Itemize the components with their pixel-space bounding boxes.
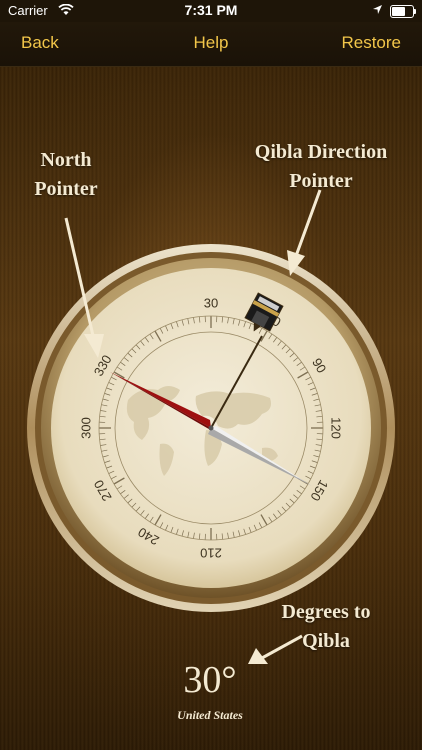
dial-label: 30 <box>204 295 218 310</box>
degrees-annotation-line2: Qibla <box>302 630 350 652</box>
north-pointer-annotation: North Pointer <box>18 146 114 204</box>
dial-label: 300 <box>78 417 93 439</box>
degrees-readout: 30° <box>183 659 237 701</box>
degrees-annotation-line1: Degrees to <box>281 601 371 623</box>
dial-label: 120 <box>329 417 344 439</box>
north-pointer-line1: North <box>40 149 92 171</box>
qibla-pointer-annotation: Qibla Direction Pointer <box>236 138 406 196</box>
country-label: United States <box>177 708 243 722</box>
qibla-pointer-line2: Pointer <box>289 170 353 192</box>
degrees-to-qibla-annotation: Degrees to Qibla <box>262 598 390 656</box>
dial-label: 210 <box>200 546 222 561</box>
north-pointer-line2: Pointer <box>34 178 98 200</box>
qibla-pointer-arrow <box>287 189 322 276</box>
qibla-pointer-line1: Qibla Direction <box>254 141 388 163</box>
